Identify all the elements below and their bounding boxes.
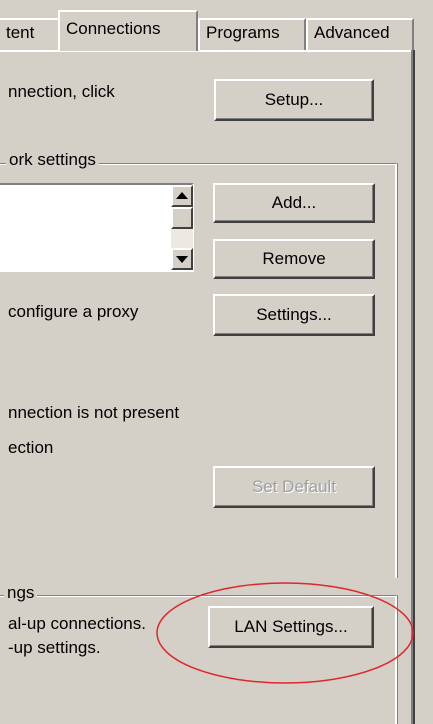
highlight-ellipse bbox=[156, 582, 414, 684]
list-scrollbar-thumb[interactable] bbox=[171, 207, 193, 229]
tab-content[interactable]: tent bbox=[0, 18, 60, 50]
tab-content-label: tent bbox=[6, 23, 35, 42]
setup-instruction-text: nnection, click bbox=[8, 82, 115, 101]
connections-list[interactable] bbox=[0, 183, 194, 272]
dial-option-text-1: nnection is not present bbox=[8, 403, 180, 422]
tab-programs[interactable]: Programs bbox=[198, 18, 306, 50]
arrow-up-icon bbox=[176, 192, 188, 199]
set-default-button-label: Set Default bbox=[251, 477, 337, 496]
settings-button[interactable]: Settings... bbox=[213, 294, 375, 336]
setup-button[interactable]: Setup... bbox=[214, 79, 374, 121]
dial-option-text-2: ection bbox=[8, 438, 54, 457]
tab-programs-label: Programs bbox=[206, 23, 280, 42]
tab-connections[interactable]: Connections bbox=[58, 10, 198, 51]
network-group-label: ork settings bbox=[6, 150, 99, 170]
lan-text-line-1: al-up connections. bbox=[8, 614, 146, 633]
remove-button-label: Remove bbox=[262, 249, 326, 268]
arrow-down-icon bbox=[176, 256, 188, 263]
lan-group-label: ngs bbox=[4, 583, 38, 603]
lan-text-line-2: -up settings. bbox=[8, 638, 101, 657]
scroll-up-button[interactable] bbox=[171, 185, 193, 207]
add-button[interactable]: Add... bbox=[213, 183, 375, 223]
tab-advanced-label: Advanced bbox=[314, 23, 390, 42]
scroll-down-button[interactable] bbox=[171, 248, 193, 270]
add-button-label: Add... bbox=[271, 193, 317, 212]
proxy-instruction-text: configure a proxy bbox=[8, 302, 139, 321]
setup-button-label: Setup... bbox=[264, 90, 324, 109]
tab-connections-label: Connections bbox=[66, 19, 161, 38]
settings-button-label: Settings... bbox=[256, 305, 332, 324]
tab-advanced[interactable]: Advanced bbox=[306, 18, 414, 50]
set-default-button[interactable]: Set Default bbox=[213, 466, 375, 508]
remove-button[interactable]: Remove bbox=[213, 239, 375, 279]
